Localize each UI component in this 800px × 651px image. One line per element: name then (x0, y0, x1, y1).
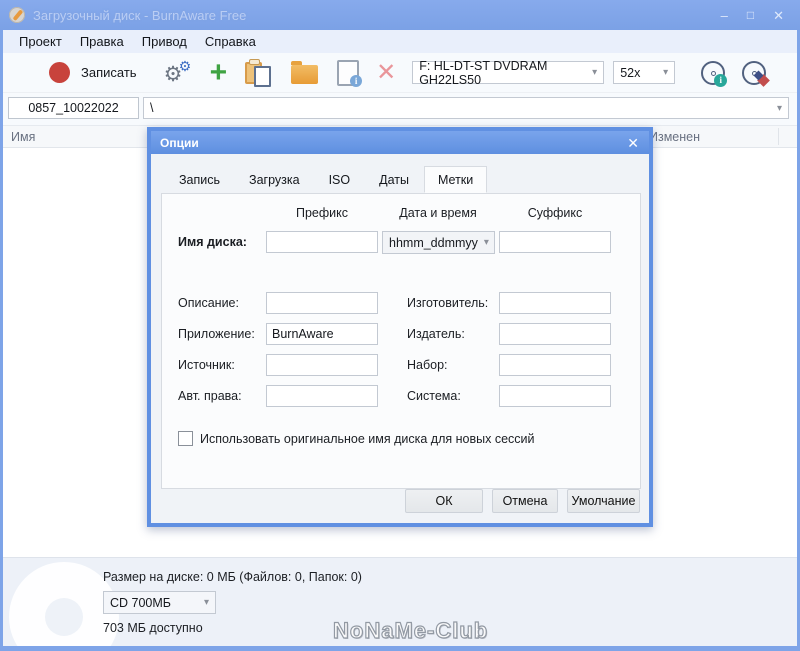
tab-dates[interactable]: Даты (365, 166, 423, 193)
dialog-title-bar: Опции ✕ (151, 131, 649, 154)
set-label: Набор: (407, 358, 448, 372)
menu-project[interactable]: Проект (10, 31, 71, 52)
datetime-format-value: hhmm_ddmmyy (389, 235, 478, 250)
suffix-header: Суффикс (527, 206, 583, 220)
record-icon (49, 62, 70, 83)
ok-button[interactable]: ОК (405, 488, 483, 513)
media-size-select[interactable]: CD 700МБ ▾ (103, 591, 216, 614)
new-folder-button[interactable] (291, 61, 319, 84)
dialog-close-button[interactable]: ✕ (627, 136, 649, 150)
column-divider (778, 128, 779, 145)
manufacturer-label: Изготовитель: (407, 296, 489, 310)
menu-help[interactable]: Справка (196, 31, 265, 52)
source-input[interactable] (266, 354, 378, 376)
file-properties-button[interactable]: i (337, 59, 363, 87)
window-border (0, 646, 800, 651)
title-bar: Загрузочный диск - BurnAware Free – □ ✕ (0, 0, 800, 30)
labels-tab-page: Префикс Дата и время Суффикс Имя диска: … (161, 193, 641, 489)
prefix-input[interactable] (266, 231, 378, 253)
dialog-tab-strip: Запись Загрузка ISO Даты Метки (165, 166, 488, 193)
burn-button-label: Записать (81, 65, 137, 80)
available-space-text: 703 МБ доступно (103, 621, 203, 635)
tab-record[interactable]: Запись (165, 166, 234, 193)
datetime-header: Дата и время (399, 206, 477, 220)
minimize-button[interactable]: – (721, 9, 728, 22)
page-icon (254, 65, 272, 87)
disk-size-text: Размер на диске: 0 МБ (Файлов: 0, Папок:… (103, 570, 362, 584)
clipboard-clip-icon (249, 58, 261, 65)
toolbar: Записать ⚙ ⚙ + i ✕ F: HL-DT-ST DVDRAM GH… (3, 53, 797, 93)
close-button[interactable]: ✕ (773, 9, 784, 22)
suffix-input[interactable] (499, 231, 611, 253)
chevron-down-icon: ▾ (203, 597, 209, 608)
copyright-label: Авт. права: (178, 389, 242, 403)
system-input[interactable] (499, 385, 611, 407)
use-original-name-option[interactable]: Использовать оригинальное имя диска для … (178, 431, 535, 446)
column-modified[interactable]: Изменен (649, 130, 700, 144)
cancel-button[interactable]: Отмена (492, 488, 558, 513)
tab-labels[interactable]: Метки (423, 166, 488, 193)
checkbox-label: Использовать оригинальное имя диска для … (200, 431, 535, 446)
dialog-title: Опции (160, 135, 199, 150)
chevron-down-icon: ▾ (592, 67, 598, 78)
publisher-input[interactable] (499, 323, 611, 345)
menu-edit[interactable]: Правка (71, 31, 133, 52)
set-input[interactable] (499, 354, 611, 376)
menu-drive[interactable]: Привод (133, 31, 196, 52)
tab-boot[interactable]: Загрузка (235, 166, 314, 193)
drive-select[interactable]: F: HL-DT-ST DVDRAM GH22LS50 ▾ (412, 58, 605, 87)
column-name[interactable]: Имя (11, 130, 35, 144)
copyright-input[interactable] (266, 385, 378, 407)
options-dialog: Опции ✕ Запись Загрузка ISO Даты Метки П… (147, 127, 653, 527)
chevron-down-icon: ▾ (776, 102, 782, 114)
chevron-down-icon: ▾ (483, 237, 489, 248)
status-panel: Размер на диске: 0 МБ (Файлов: 0, Папок:… (3, 557, 797, 651)
burn-button[interactable]: Записать (49, 62, 137, 83)
chevron-down-icon: ▾ (663, 67, 669, 78)
gear-small-icon: ⚙ (178, 57, 192, 74)
speed-select[interactable]: 52x ▾ (613, 61, 676, 84)
prefix-header: Префикс (295, 206, 348, 220)
disc-name-input[interactable] (8, 97, 139, 119)
tab-iso[interactable]: ISO (315, 166, 365, 193)
paste-button[interactable] (245, 58, 272, 87)
add-files-button[interactable]: + (210, 57, 228, 87)
disc-info-button[interactable]: i (701, 60, 728, 87)
description-label: Описание: (178, 296, 239, 310)
application-label: Приложение: (178, 327, 255, 341)
source-label: Источник: (178, 358, 235, 372)
system-label: Система: (407, 389, 461, 403)
description-input[interactable] (266, 292, 378, 314)
media-size-value: CD 700МБ (110, 595, 171, 610)
datetime-format-select[interactable]: hhmm_ddmmyy ▾ (382, 231, 495, 254)
app-logo-icon (9, 7, 25, 23)
erase-disc-button[interactable] (742, 60, 771, 87)
drive-select-value: F: HL-DT-ST DVDRAM GH22LS50 (419, 58, 548, 87)
maximize-button[interactable]: □ (747, 9, 754, 21)
dialog-footer: ОК Отмена Умолчание (151, 478, 649, 523)
path-select[interactable]: \ ▾ (143, 97, 789, 119)
info-badge-icon: i (350, 74, 363, 87)
disc-name-label: Имя диска: (178, 235, 247, 249)
remove-button[interactable]: ✕ (376, 60, 396, 84)
watermark-text: NoNaMe-Club (332, 617, 489, 643)
application-input[interactable] (266, 323, 378, 345)
disc-info-badge-icon: i (714, 73, 728, 87)
checkbox-icon[interactable] (178, 431, 193, 446)
default-button[interactable]: Умолчание (567, 488, 640, 513)
manufacturer-input[interactable] (499, 292, 611, 314)
speed-select-value: 52x (620, 65, 641, 80)
window-border (0, 30, 3, 651)
burnaware-window: Загрузочный диск - BurnAware Free – □ ✕ … (0, 0, 800, 651)
menu-bar: Проект Правка Привод Справка (3, 30, 797, 53)
path-row: \ ▾ (3, 93, 797, 125)
publisher-label: Издатель: (407, 327, 465, 341)
settings-button[interactable]: ⚙ ⚙ (164, 57, 194, 86)
path-select-value: \ (150, 101, 154, 115)
window-title: Загрузочный диск - BurnAware Free (33, 7, 247, 23)
